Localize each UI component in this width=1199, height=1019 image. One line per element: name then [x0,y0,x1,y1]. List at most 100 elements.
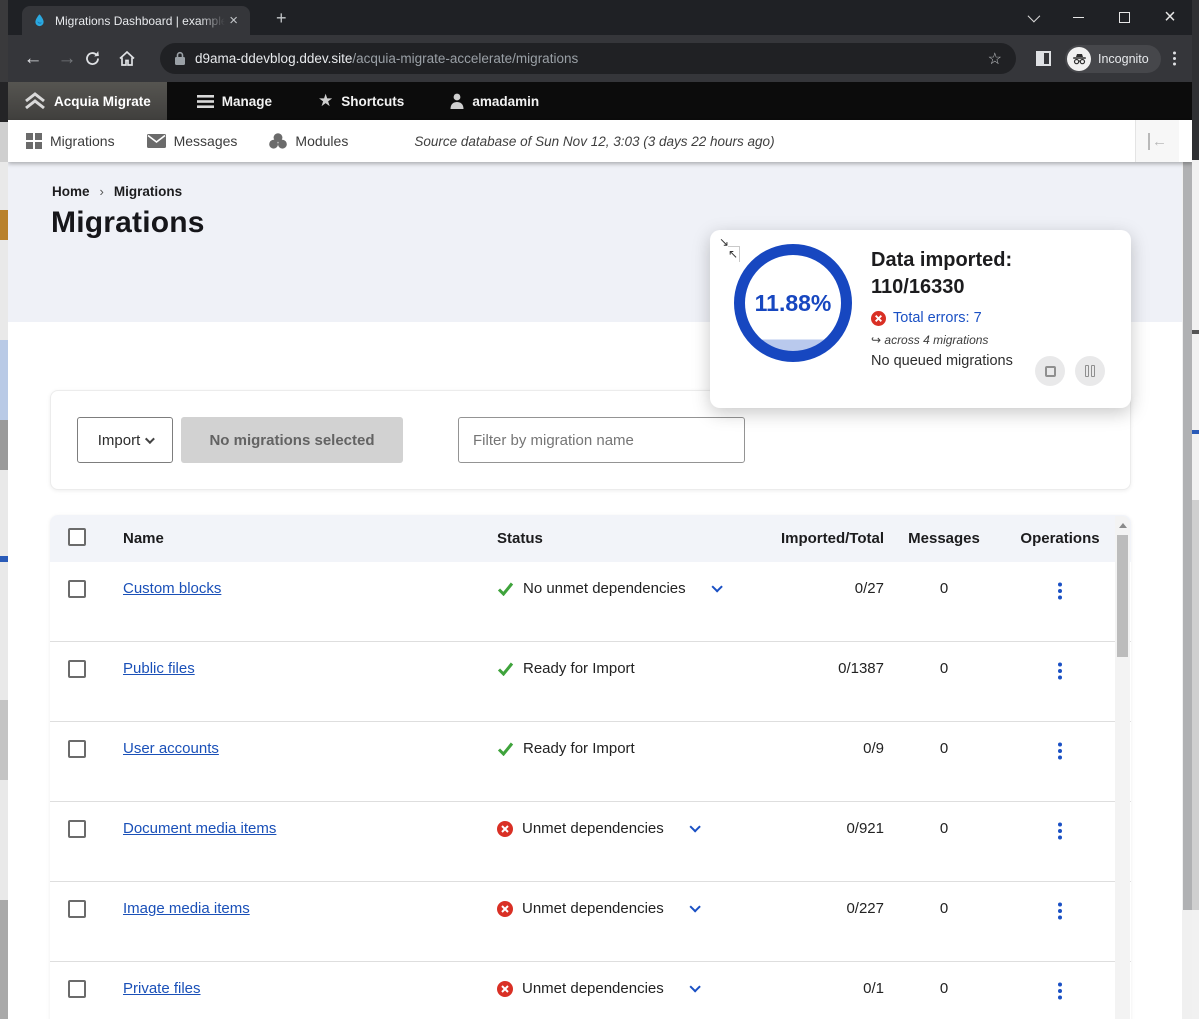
minimize-button[interactable] [1055,0,1101,35]
operations-kebab-icon[interactable] [1058,909,1062,913]
check-icon [497,741,514,756]
manage-label: Manage [222,94,272,109]
pause-icon [1085,365,1095,377]
back-button[interactable] [16,48,50,70]
forward-button[interactable] [50,48,84,70]
address-bar[interactable]: d9ama-ddevblog.ddev.site/acquia-migrate-… [160,43,1016,74]
table-row: Public files Ready for Import 0/1387 0 [50,642,1131,722]
row-checkbox[interactable] [68,900,86,918]
header-imported-total: Imported/Total [759,530,884,547]
reload-button[interactable] [84,50,118,67]
incognito-badge: Incognito [1065,45,1161,73]
resize-handle-icon[interactable] [728,246,740,262]
close-button[interactable] [1147,0,1193,35]
breadcrumb-migrations: Migrations [114,184,182,199]
home-icon [118,50,136,67]
row-checkbox[interactable] [68,580,86,598]
chevron-down-icon[interactable] [689,981,700,992]
source-database-note: Source database of Sun Nov 12, 3:03 (3 d… [414,134,774,149]
operations-kebab-icon[interactable] [1058,589,1062,593]
table-scrollbar-thumb[interactable] [1117,535,1128,657]
browser-tab[interactable]: Migrations Dashboard | example [22,6,250,35]
across-migrations-note: across 4 migrations [871,333,1116,347]
hamburger-icon [197,95,214,108]
messages-nav-item[interactable]: Messages [133,133,252,149]
envelope-icon [147,134,166,148]
migrations-nav-item[interactable]: Migrations [12,133,129,149]
row-checkbox[interactable] [68,660,86,678]
migration-link[interactable]: Custom blocks [123,580,221,597]
imported-total: 0/1387 [759,660,884,677]
row-checkbox[interactable] [68,740,86,758]
scroll-up-icon[interactable] [1119,523,1127,528]
drupal-favicon [32,13,47,28]
side-panel-button[interactable] [1036,51,1051,66]
select-all-checkbox[interactable] [68,528,86,546]
table-scrollbar[interactable] [1115,516,1130,1019]
page-title: Migrations [51,206,205,240]
maximize-button[interactable] [1101,0,1147,35]
chevron-down-icon[interactable] [689,821,700,832]
bookmark-star-icon[interactable] [988,49,1002,69]
data-imported-fraction: 110/16330 [871,274,1116,301]
chevron-down-icon [145,434,155,444]
home-button[interactable] [118,50,152,67]
table-row: Image media items Unmet dependencies 0/2… [50,882,1131,962]
migration-link[interactable]: Private files [123,980,201,997]
operations-kebab-icon[interactable] [1058,989,1062,993]
collapse-toolbar-button[interactable] [1135,120,1179,162]
acquia-migrate-brand[interactable]: Acquia Migrate [8,82,167,120]
lock-icon [174,51,186,66]
error-icon [497,821,513,837]
grid-icon [26,133,42,149]
user-menu[interactable]: amadamin [434,82,555,120]
tab-search-button[interactable] [1009,0,1055,35]
import-dropdown-button[interactable]: Import [77,417,173,463]
operations-kebab-icon[interactable] [1058,829,1062,833]
table-row: Document media items Unmet dependencies … [50,802,1131,882]
page-scrollbar-thumb[interactable] [1183,162,1192,910]
acquia-chevrons-icon [24,92,46,110]
tab-close-icon[interactable] [225,13,242,28]
messages-count: 0 [884,900,1004,917]
chevron-down-icon[interactable] [689,901,700,912]
page-viewport: Home Migrations Migrations In Progress 3… [8,162,1193,1019]
shortcuts-menu[interactable]: Shortcuts [302,82,420,120]
header-messages: Messages [884,530,1004,547]
migration-link[interactable]: Image media items [123,900,250,917]
reload-icon [84,50,101,67]
filter-input[interactable] [458,417,745,463]
manage-menu[interactable]: Manage [181,82,288,120]
operations-kebab-icon[interactable] [1058,749,1062,753]
operations-kebab-icon[interactable] [1058,669,1062,673]
messages-count: 0 [884,740,1004,757]
minimize-icon [1073,17,1084,19]
imported-total: 0/27 [759,580,884,597]
browser-menu-icon[interactable] [1173,57,1177,61]
pause-button[interactable] [1075,356,1105,386]
modules-nav-label: Modules [295,133,348,149]
brand-label: Acquia Migrate [54,94,151,109]
row-checkbox[interactable] [68,820,86,838]
row-checkbox[interactable] [68,980,86,998]
modules-nav-item[interactable]: Modules [255,133,362,149]
imported-total: 0/227 [759,900,884,917]
migration-link[interactable]: User accounts [123,740,219,757]
breadcrumb-separator [100,184,104,199]
breadcrumb-home[interactable]: Home [52,184,90,199]
table-header-row: Name Status Imported/Total Messages Oper… [50,515,1131,562]
stop-button[interactable] [1035,356,1065,386]
total-errors-link[interactable]: Total errors: 7 [893,310,982,326]
migrations-table: Name Status Imported/Total Messages Oper… [50,515,1131,1019]
progress-percent: 11.88% [755,290,832,317]
table-row: Private files Unmet dependencies 0/1 0 [50,962,1131,1019]
no-migrations-selected-button: No migrations selected [181,417,403,463]
chevron-down-icon[interactable] [711,581,722,592]
header-name: Name [105,530,497,547]
breadcrumb: Home Migrations [52,184,182,199]
migration-link[interactable]: Document media items [123,820,276,837]
header-status: Status [497,530,759,547]
migration-link[interactable]: Public files [123,660,195,677]
new-tab-button[interactable] [276,8,287,29]
incognito-label: Incognito [1091,52,1159,66]
